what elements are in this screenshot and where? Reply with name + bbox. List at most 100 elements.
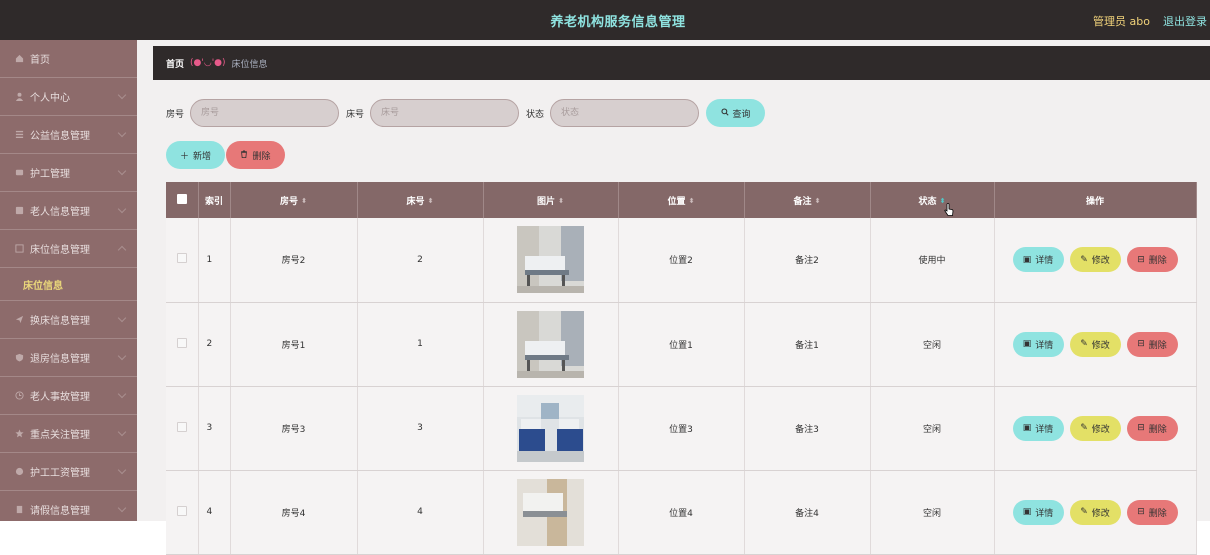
detail-button[interactable]: ▣ 详情 xyxy=(1012,331,1064,357)
search-icon xyxy=(720,107,729,119)
sidebar-item-label: 个人中心 xyxy=(30,93,70,104)
bed-icon xyxy=(14,244,24,254)
cell-bed: 3 xyxy=(357,386,484,471)
status-input[interactable] xyxy=(550,99,700,127)
cell-status: 使用中 xyxy=(870,218,995,303)
table-row: 3 房号3 3 位置3 备注3 空闲 ▣ 详情 ✎ 修改 ⊟ 删除 xyxy=(166,386,1197,471)
breadcrumb-current: 床位信息 xyxy=(231,59,268,70)
chevron-down-icon xyxy=(117,389,127,399)
delete-label: 删除 xyxy=(1148,340,1167,351)
sidebar-item-salary[interactable]: 护工工资管理 xyxy=(0,453,137,491)
cell-status: 空闲 xyxy=(870,386,995,471)
doc-icon xyxy=(14,505,24,515)
sort-icon: ⬍ xyxy=(301,197,307,205)
sort-icon: ⬍ xyxy=(688,197,695,205)
sidebar-item-elder[interactable]: 老人信息管理 xyxy=(0,192,137,230)
sidebar-item-charity[interactable]: 公益信息管理 xyxy=(0,116,137,154)
col-room[interactable]: 房号 ⬍ xyxy=(230,182,358,218)
sidebar-item-label: 退房信息管理 xyxy=(30,354,90,365)
mouse-cursor-icon xyxy=(944,203,954,216)
room-input[interactable] xyxy=(190,99,340,127)
table-row: 4 房号4 4 位置4 备注4 空闲 ▣ 详情 ✎ 修改 ⊟ 删除 xyxy=(166,470,1197,555)
col-status[interactable]: 状态 ⬍ xyxy=(870,182,995,218)
add-button[interactable]: ＋ 新增 xyxy=(166,141,225,169)
bed-photo[interactable] xyxy=(517,226,584,294)
chevron-down-icon xyxy=(117,351,127,361)
row-checkbox[interactable] xyxy=(176,421,187,432)
delete-button[interactable]: 删除 xyxy=(226,141,285,169)
row-checkbox[interactable] xyxy=(176,505,187,516)
bed-input[interactable] xyxy=(370,99,520,127)
sidebar-item-focus[interactable]: 重点关注管理 xyxy=(0,415,137,453)
sidebar-item-accident[interactable]: 老人事故管理 xyxy=(0,377,137,415)
bed-photo[interactable] xyxy=(517,310,584,378)
sidebar-item-label: 换床信息管理 xyxy=(30,316,90,327)
delete-label: 删除 xyxy=(252,151,271,162)
edit-label: 修改 xyxy=(1091,340,1110,351)
cell-position: 位置2 xyxy=(618,218,745,303)
app-title: 养老机构服务信息管理 xyxy=(550,15,686,30)
bed-label: 床号 xyxy=(346,109,365,120)
select-all-cell[interactable] xyxy=(166,182,199,218)
admin-label: 管理员 abo xyxy=(1093,15,1150,28)
list-icon xyxy=(14,130,24,140)
detail-label: 详情 xyxy=(1035,508,1054,519)
cell-bed: 1 xyxy=(357,302,484,387)
edit-label: 修改 xyxy=(1091,508,1110,519)
detail-button[interactable]: ▣ 详情 xyxy=(1012,415,1064,441)
sidebar-item-label: 老人信息管理 xyxy=(30,207,90,218)
detail-button[interactable]: ▣ 详情 xyxy=(1012,247,1064,273)
sidebar-item-change-bed[interactable]: 换床信息管理 xyxy=(0,301,137,339)
cell-note: 备注4 xyxy=(744,470,871,555)
breadcrumb-home[interactable]: 首页 xyxy=(166,57,184,70)
bed-photo[interactable] xyxy=(517,478,584,546)
edit-button[interactable]: ✎ 修改 xyxy=(1069,331,1121,357)
col-room-label: 房号 xyxy=(280,196,299,207)
sidebar-item-nurse[interactable]: 护工管理 xyxy=(0,154,137,192)
query-button[interactable]: 查询 xyxy=(706,99,766,127)
cell-index: 2 xyxy=(198,302,231,387)
col-image[interactable]: 图片 ⬍ xyxy=(483,182,619,218)
main-content: 首页 (●'◡'●) 床位信息 房号 床号 状态 查询 ＋ 新增 删除 xyxy=(137,40,1210,555)
top-bar: 养老机构服务信息管理 管理员 abo 退出登录 xyxy=(0,0,1210,40)
nurse-icon xyxy=(14,168,24,178)
action-bar: ＋ 新增 删除 xyxy=(166,141,286,169)
logout-link[interactable]: 退出登录 xyxy=(1163,13,1207,29)
elder-icon xyxy=(14,206,24,216)
cell-room: 房号1 xyxy=(230,302,358,387)
sidebar-item-leave[interactable]: 请假信息管理 xyxy=(0,491,137,521)
sidebar-item-home[interactable]: 首页 xyxy=(0,40,137,78)
cell-note: 备注1 xyxy=(744,302,871,387)
edit-button[interactable]: ✎ 修改 xyxy=(1069,415,1121,441)
sidebar-subitem-bed-info[interactable]: 床位信息 xyxy=(0,268,137,301)
sidebar-item-label: 护工工资管理 xyxy=(30,468,90,479)
row-checkbox[interactable] xyxy=(176,253,187,264)
cell-bed: 2 xyxy=(357,218,484,303)
row-delete-button[interactable]: ⊟ 删除 xyxy=(1126,415,1178,441)
row-checkbox[interactable] xyxy=(176,337,187,348)
edit-label: 修改 xyxy=(1091,424,1110,435)
sidebar-item-profile[interactable]: 个人中心 xyxy=(0,78,137,116)
detail-icon: ▣ xyxy=(1022,423,1032,433)
sort-icon: ⬍ xyxy=(814,197,821,205)
cell-index: 4 xyxy=(198,470,231,555)
row-delete-button[interactable]: ⊟ 删除 xyxy=(1126,247,1178,273)
row-delete-button[interactable]: ⊟ 删除 xyxy=(1126,331,1178,357)
send-icon xyxy=(14,315,24,325)
search-bar: 房号 床号 状态 查询 xyxy=(166,99,766,127)
wallet-icon xyxy=(14,467,24,477)
bed-photo[interactable] xyxy=(517,394,584,462)
col-position[interactable]: 位置 ⬍ xyxy=(618,182,745,218)
col-note[interactable]: 备注 ⬍ xyxy=(744,182,871,218)
cell-index: 3 xyxy=(198,386,231,471)
user-icon xyxy=(14,92,24,102)
sidebar-item-checkout[interactable]: 退房信息管理 xyxy=(0,339,137,377)
edit-button[interactable]: ✎ 修改 xyxy=(1069,247,1121,273)
status-label: 状态 xyxy=(526,109,545,120)
col-bed[interactable]: 床号 ⬍ xyxy=(357,182,484,218)
detail-icon: ▣ xyxy=(1022,254,1032,265)
delete-label: 删除 xyxy=(1148,256,1167,267)
select-all-checkbox[interactable] xyxy=(176,193,187,204)
cell-note: 备注3 xyxy=(744,386,871,471)
sidebar-item-bed[interactable]: 床位信息管理 xyxy=(0,230,137,268)
